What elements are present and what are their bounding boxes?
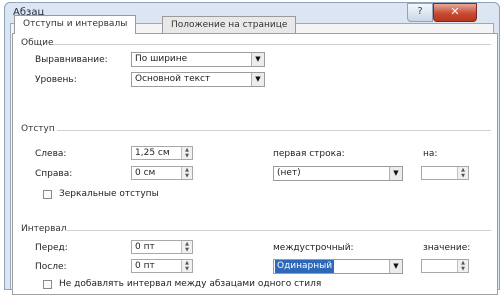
alignment-select[interactable]: По ширине ▼ [131, 52, 265, 67]
general-separator [53, 44, 491, 45]
first-line-select[interactable]: (нет) ▼ [273, 166, 403, 181]
mirror-indents-checkbox[interactable] [43, 190, 52, 199]
indent-group-title: Отступ [21, 124, 55, 134]
line-spacing-value: Одинарный [275, 260, 335, 273]
spacing-before-value: 0 пт [135, 242, 155, 252]
indent-left-spinner[interactable]: 1,25 см ▲ ▼ [131, 146, 193, 160]
indent-right-value: 0 см [135, 168, 156, 178]
spin-arrows-icon[interactable]: ▲ ▼ [457, 167, 468, 179]
indent-separator [57, 130, 491, 131]
indent-left-value: 1,25 см [135, 148, 170, 158]
spacing-group-title: Интервал [21, 224, 67, 234]
spin-arrows-icon[interactable]: ▲ ▼ [181, 147, 192, 159]
spin-arrows-icon[interactable]: ▲ ▼ [181, 167, 192, 179]
spacing-after-label: После: [35, 262, 67, 272]
alignment-label: Выравнивание: [35, 55, 108, 65]
level-label: Уровень: [35, 75, 77, 85]
level-select[interactable]: Основной текст ▼ [131, 72, 265, 87]
spin-arrows-icon[interactable]: ▲ ▼ [457, 260, 468, 272]
close-button[interactable]: ✕ [433, 3, 477, 22]
tab-indents-spacing[interactable]: Отступы и интервалы [14, 15, 137, 34]
chevron-down-icon: ▼ [251, 73, 264, 86]
alignment-value: По ширине [135, 54, 188, 64]
tab-panel: Общие Выравнивание: По ширине ▼ Уровень:… [12, 33, 498, 295]
spacing-before-label: Перед: [35, 243, 68, 253]
level-value: Основной текст [135, 74, 211, 84]
general-group-title: Общие [21, 38, 54, 48]
spacing-value-spinner[interactable]: ▲ ▼ [421, 259, 469, 273]
spacing-before-spinner[interactable]: 0 пт ▲ ▼ [131, 240, 193, 254]
spacing-value-label: значение: [423, 243, 471, 253]
indent-right-spinner[interactable]: 0 см ▲ ▼ [131, 166, 193, 180]
indent-by-spinner[interactable]: ▲ ▼ [421, 166, 469, 180]
first-line-label: первая строка: [273, 149, 345, 159]
first-line-value: (нет) [277, 168, 301, 178]
spacing-separator [65, 230, 491, 231]
tab-line-page-breaks[interactable]: Положение на странице [162, 16, 297, 33]
mirror-indents-label: Зеркальные отступы [59, 189, 159, 199]
line-spacing-select[interactable]: Одинарный ▼ [273, 259, 403, 274]
indent-right-label: Справа: [35, 169, 73, 179]
indent-left-label: Слева: [35, 149, 67, 159]
indent-by-label: на: [423, 149, 438, 159]
chevron-down-icon: ▼ [389, 167, 402, 180]
chevron-down-icon: ▼ [251, 53, 264, 66]
dont-add-spacing-checkbox[interactable] [43, 280, 52, 289]
spin-arrows-icon[interactable]: ▲ ▼ [181, 260, 192, 272]
chevron-down-icon: ▼ [389, 260, 402, 273]
line-spacing-label: междустрочный: [273, 243, 354, 253]
help-button[interactable]: ? [407, 3, 433, 22]
dont-add-spacing-label: Не добавлять интервал между абзацами одн… [59, 279, 322, 289]
spin-arrows-icon[interactable]: ▲ ▼ [181, 241, 192, 253]
spacing-after-spinner[interactable]: 0 пт ▲ ▼ [131, 259, 193, 273]
spacing-after-value: 0 пт [135, 261, 155, 271]
